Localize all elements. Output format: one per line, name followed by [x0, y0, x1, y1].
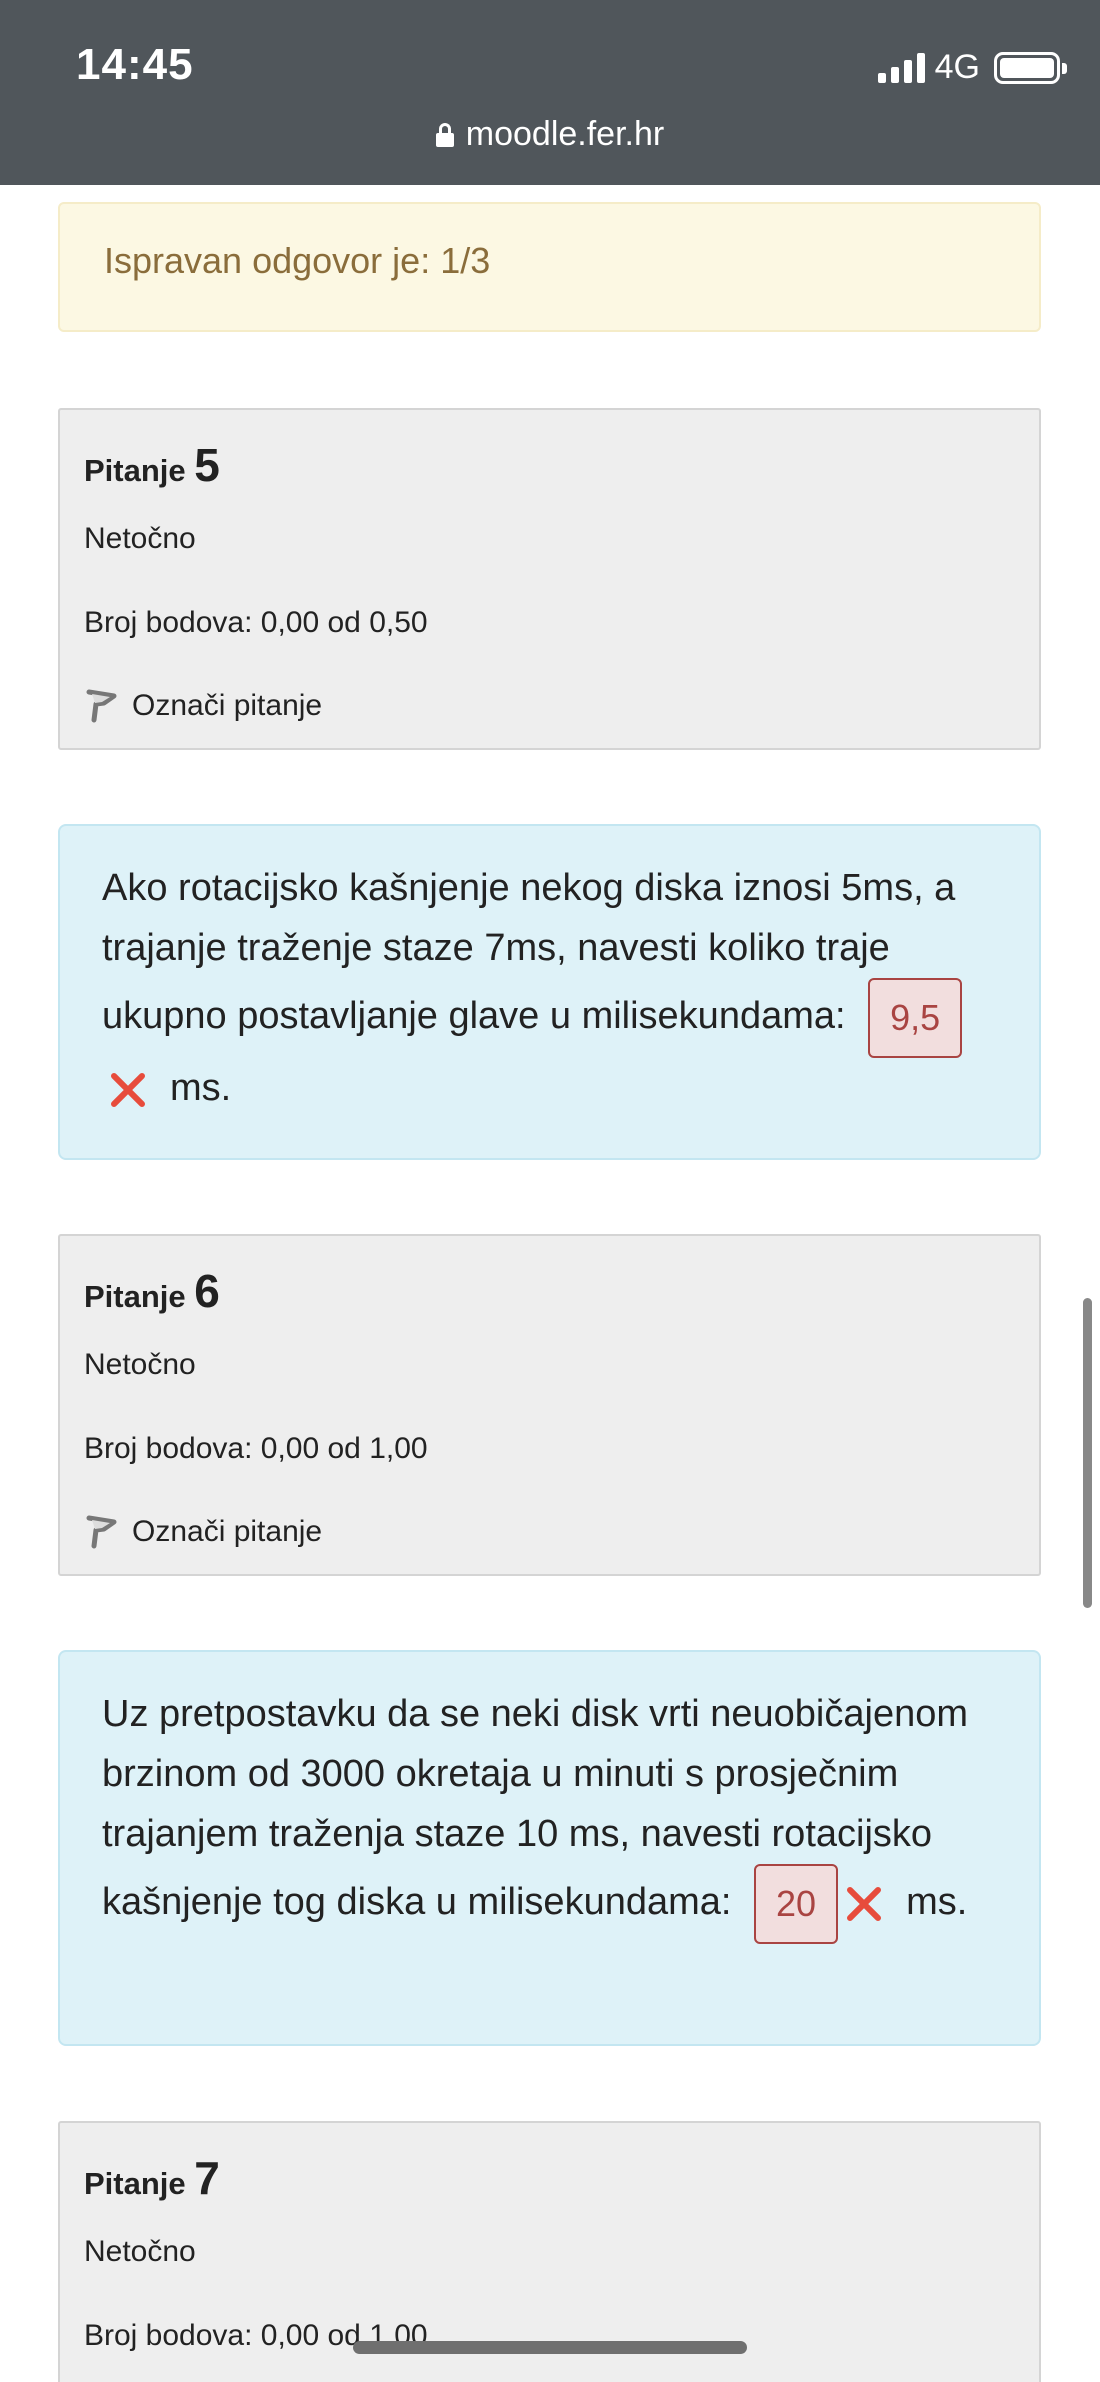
- incorrect-x-icon: [847, 1887, 882, 1921]
- question-title: Pitanje 7: [84, 2152, 220, 2204]
- flag-question-label: Označi pitanje: [132, 689, 323, 722]
- question-number: 6: [194, 1265, 220, 1317]
- flag-icon: [86, 1515, 117, 1549]
- question-title: Pitanje 5: [84, 439, 220, 491]
- clock: 14:45: [76, 40, 194, 89]
- flag-question-link[interactable]: Označi pitanje: [84, 688, 1015, 724]
- question-content-5: Ako rotacijsko kašnjenje nekog diska izn…: [58, 824, 1041, 1160]
- flag-icon: [86, 689, 117, 723]
- question-title: Pitanje 6: [84, 1265, 220, 1317]
- question-text: Ako rotacijsko kašnjenje nekog diska izn…: [102, 867, 956, 1038]
- unit-label: ms.: [906, 1881, 968, 1924]
- question-text: Uz pretpostavku da se neki disk vrti neu…: [102, 1693, 969, 1924]
- battery-icon: [994, 51, 1067, 84]
- scrollbar[interactable]: [1083, 1298, 1092, 1608]
- home-indicator[interactable]: [353, 2341, 747, 2354]
- unit-label: ms.: [170, 1067, 232, 1109]
- question-state: Netočno: [84, 1348, 196, 1381]
- question-info-5: Pitanje 5 Netočno Broj bodova: 0,00 od 0…: [58, 408, 1041, 750]
- answer-input[interactable]: 9,5: [868, 978, 963, 1058]
- network-type: 4G: [934, 48, 980, 86]
- correct-answer-text: Ispravan odgovor je: 1/3: [104, 240, 491, 281]
- question-info-6: Pitanje 6 Netočno Broj bodova: 0,00 od 1…: [58, 1234, 1041, 1576]
- incorrect-x-icon: [111, 1072, 145, 1107]
- url-text: moodle.fer.hr: [465, 115, 665, 153]
- flag-question-label: Označi pitanje: [132, 1515, 323, 1548]
- correct-answer-feedback: Ispravan odgovor je: 1/3: [58, 202, 1041, 332]
- status-icons: 4G: [877, 48, 1067, 87]
- question-number: 5: [194, 439, 220, 491]
- status-bar: 14:45 4G moodle.fer.hr: [0, 0, 1100, 185]
- question-grade: Broj bodova: 0,00 od 0,50: [84, 606, 428, 639]
- answer-input[interactable]: 20: [754, 1864, 839, 1944]
- question-grade: Broj bodova: 0,00 od 1,00: [84, 1432, 428, 1465]
- question-content-6: Uz pretpostavku da se neki disk vrti neu…: [58, 1650, 1041, 2046]
- question-state: Netočno: [84, 2235, 196, 2268]
- flag-question-link[interactable]: Označi pitanje: [84, 1514, 1015, 1550]
- question-state: Netočno: [84, 522, 196, 555]
- question-number: 7: [194, 2152, 220, 2204]
- signal-icon: [877, 52, 925, 83]
- address-bar[interactable]: moodle.fer.hr: [0, 115, 1100, 154]
- lock-icon: [435, 122, 454, 147]
